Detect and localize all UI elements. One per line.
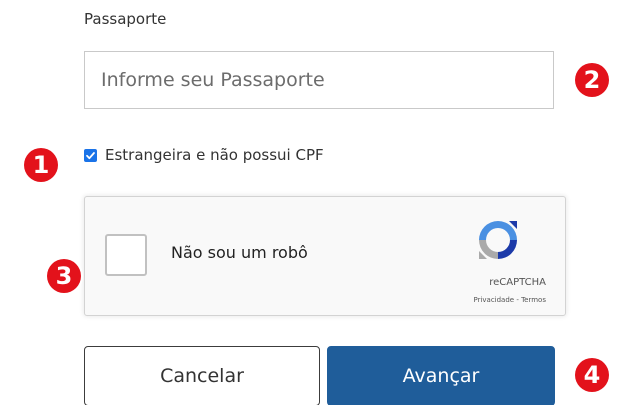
recaptcha-terms-link[interactable]: Termos [521, 296, 546, 304]
checkmark-icon [86, 151, 95, 159]
foreigner-checkbox-label: Estrangeira e não possui CPF [105, 146, 324, 164]
next-button[interactable]: Avançar [327, 346, 555, 405]
passport-input[interactable] [84, 51, 554, 109]
annotation-marker-3: 3 [47, 259, 81, 293]
recaptcha-checkbox[interactable] [105, 234, 147, 276]
cancel-button[interactable]: Cancelar [84, 346, 320, 405]
annotation-marker-2: 2 [575, 63, 609, 97]
annotation-marker-4: 4 [575, 358, 609, 392]
recaptcha-logo-icon [479, 221, 517, 259]
annotation-marker-1: 1 [24, 148, 58, 182]
foreigner-checkbox[interactable] [84, 148, 97, 162]
recaptcha-brand: reCAPTCHA [489, 277, 546, 288]
recaptcha-label: Não sou um robô [171, 243, 308, 262]
recaptcha-links: Privacidade - Termos [473, 296, 546, 304]
recaptcha-widget: Não sou um robô reCAPTCHA Privacidade - … [84, 196, 566, 316]
recaptcha-privacy-link[interactable]: Privacidade [473, 296, 514, 304]
passport-label: Passaporte [84, 10, 167, 28]
foreigner-checkbox-row[interactable]: Estrangeira e não possui CPF [84, 146, 324, 164]
